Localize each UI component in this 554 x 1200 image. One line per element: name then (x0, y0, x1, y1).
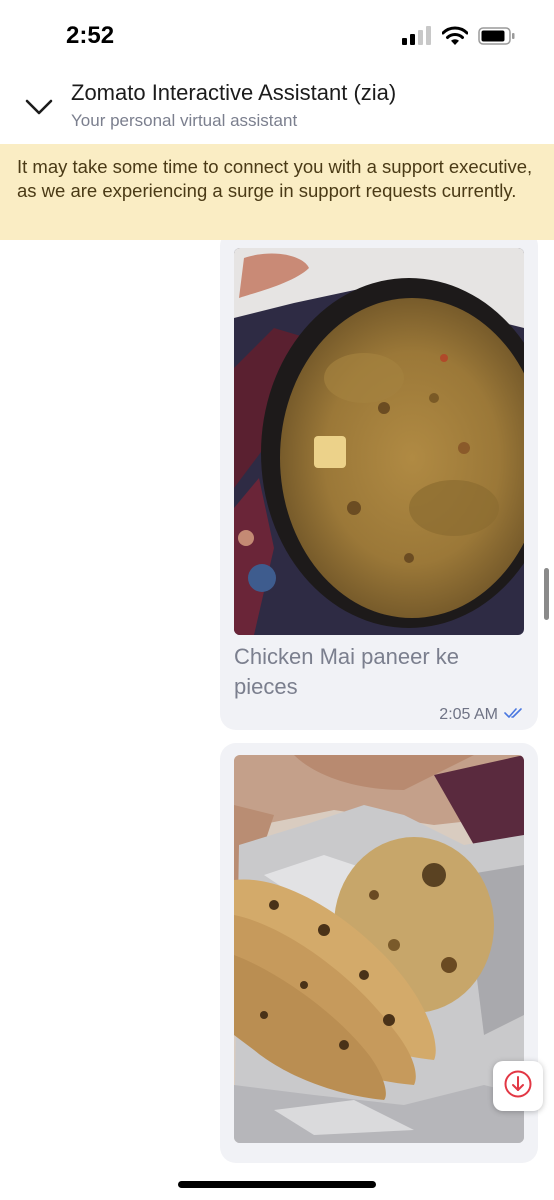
scroll-to-bottom-button[interactable] (493, 1061, 543, 1111)
message-bubble[interactable] (220, 743, 538, 1163)
curry-bowl-photo[interactable] (234, 248, 524, 635)
status-icons (402, 26, 516, 50)
banner-text: It may take some time to connect you wit… (17, 156, 533, 201)
scrollbar[interactable] (544, 568, 549, 620)
chat-message-list[interactable]: Chicken Mai paneer ke pieces 2:05 AM (0, 240, 554, 1200)
signal-icon (402, 26, 432, 50)
message-caption: Chicken Mai paneer ke pieces (234, 644, 460, 699)
page-title: Zomato Interactive Assistant (zia) (71, 80, 397, 105)
chat-header: Zomato Interactive Assistant (zia) Your … (0, 70, 554, 144)
wifi-icon (441, 26, 469, 50)
message-time: 2:05 AM (439, 705, 498, 723)
message-bubble[interactable]: Chicken Mai paneer ke pieces 2:05 AM (220, 240, 538, 730)
surge-notice-banner: It may take some time to connect you wit… (0, 144, 554, 240)
status-time: 2:52 (66, 22, 115, 49)
status-bar: 2:52 (0, 0, 554, 70)
message-meta: 2:05 AM (439, 705, 524, 724)
rotis-in-foil-photo[interactable] (234, 755, 524, 1143)
battery-icon (478, 26, 516, 50)
arrow-down-circle-icon (503, 1069, 533, 1103)
page-subtitle: Your personal virtual assistant (71, 111, 298, 130)
chevron-down-icon[interactable] (22, 94, 56, 120)
home-indicator[interactable] (178, 1181, 376, 1188)
double-check-icon (504, 705, 524, 724)
